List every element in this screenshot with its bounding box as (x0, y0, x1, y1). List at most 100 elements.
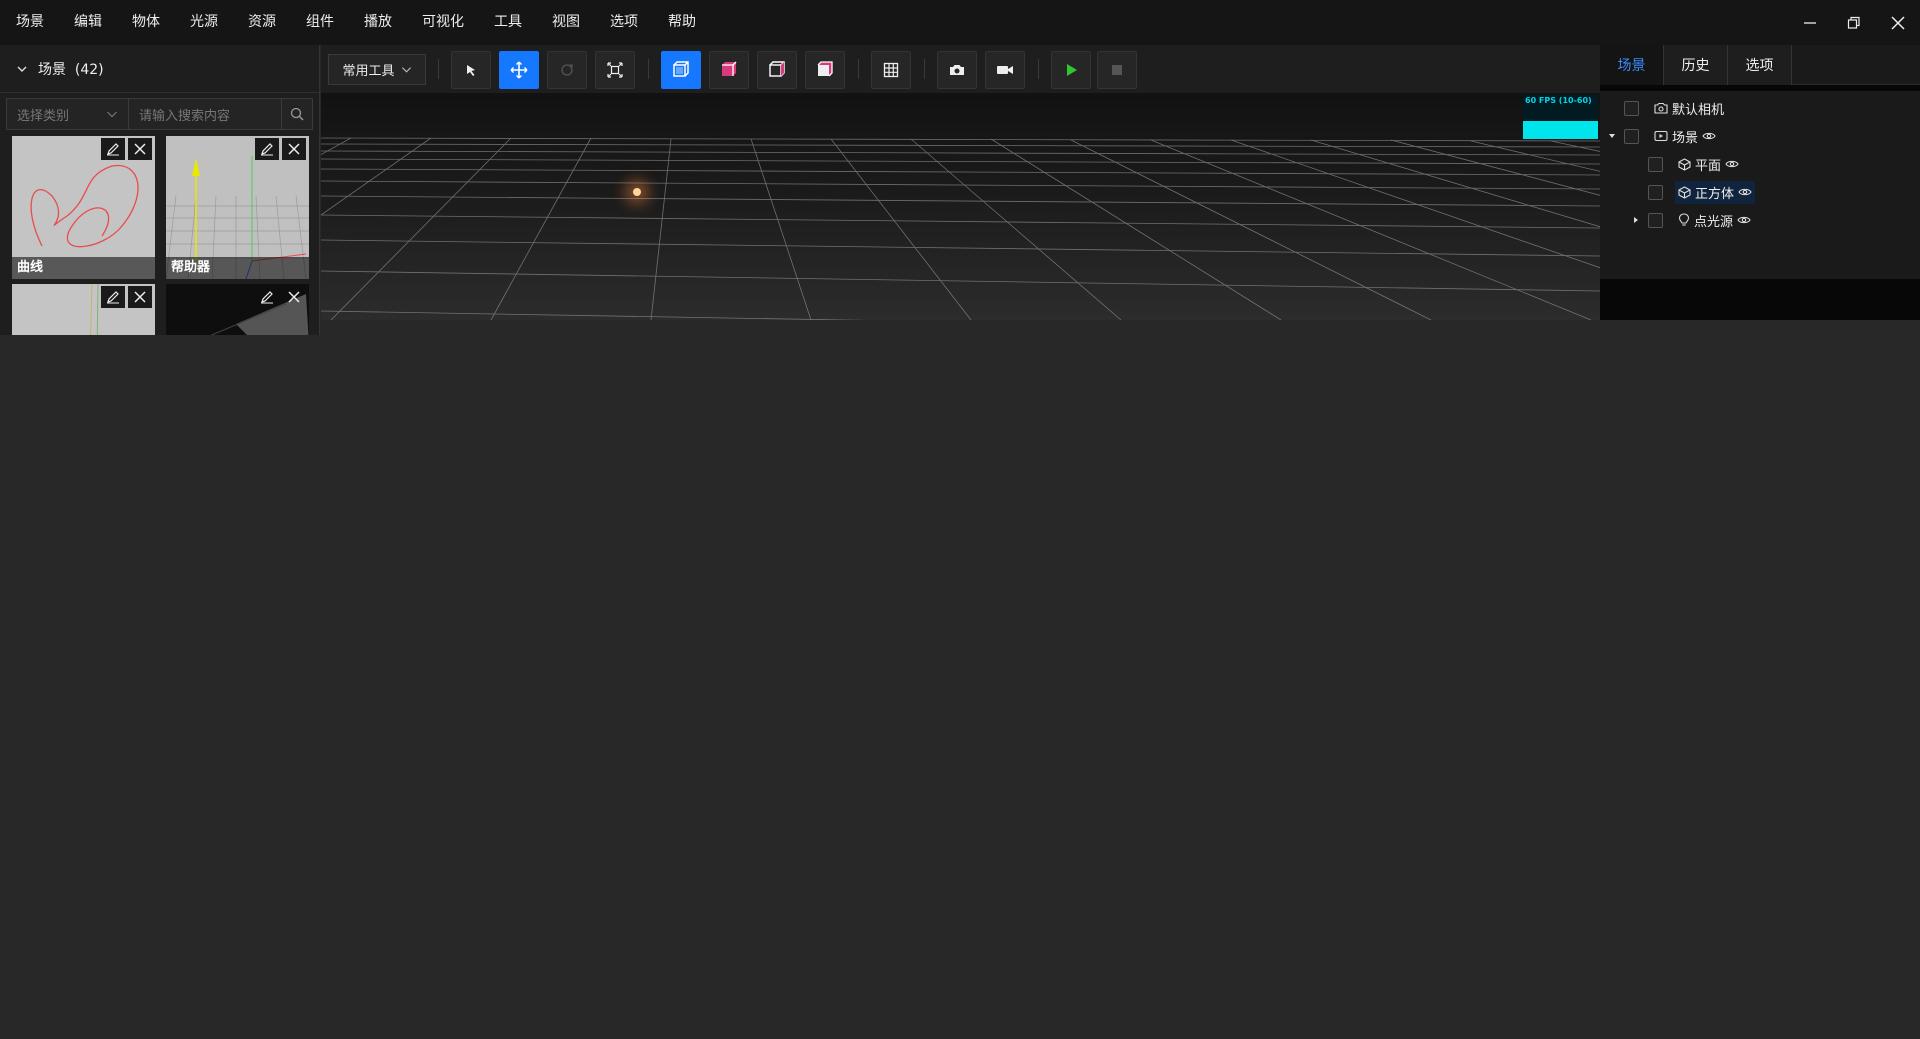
asset-card-helper[interactable]: 帮助器 (166, 136, 309, 279)
eye-icon[interactable] (1737, 215, 1751, 225)
search-input-placeholder: 请输入搜索内容 (139, 108, 231, 124)
tree-item-checkbox[interactable] (1648, 156, 1663, 172)
move-tool-button[interactable] (499, 51, 539, 89)
asset-card[interactable] (166, 284, 309, 335)
cursor-icon (467, 65, 475, 76)
edit-card-button[interactable] (101, 286, 125, 308)
menu-light[interactable]: 光源 (175, 0, 233, 45)
grid-icon (883, 62, 899, 78)
tab-scene[interactable]: 场景 (1600, 45, 1664, 85)
video-camera-icon (997, 66, 1013, 74)
view-mode-normal-button[interactable] (805, 51, 845, 89)
view-mode-solid-button[interactable] (709, 51, 749, 89)
delete-card-button[interactable] (282, 286, 306, 308)
filter-row: 选择类别 请输入搜索内容 (6, 98, 313, 130)
main-toolbar: 常用工具 (321, 45, 1600, 93)
camera-icon (950, 65, 964, 75)
window-controls (1788, 0, 1920, 45)
menu-object[interactable]: 物体 (117, 0, 175, 45)
stop-icon (1112, 65, 1122, 75)
edit-icon (261, 291, 273, 304)
menu-edit[interactable]: 编辑 (59, 0, 117, 45)
search-button[interactable] (282, 99, 312, 129)
view-mode-textured-button[interactable] (757, 51, 797, 89)
menu-bar: 场景 编辑 物体 光源 资源 组件 播放 可视化 工具 视图 选项 帮助 (0, 0, 1920, 45)
toolbar-separator (1038, 59, 1039, 79)
close-icon (134, 143, 146, 155)
select-tool-button[interactable] (451, 51, 491, 89)
tab-history[interactable]: 历史 (1664, 45, 1728, 85)
tree-item-label-wrap: 默认相机 (1651, 97, 1727, 120)
menu-components[interactable]: 组件 (291, 0, 349, 45)
play-icon (1067, 64, 1077, 76)
menu-scene[interactable]: 场景 (0, 0, 59, 45)
scale-tool-button[interactable] (595, 51, 635, 89)
eye-icon[interactable] (1725, 159, 1739, 169)
tree-item-checkbox[interactable] (1648, 212, 1663, 228)
restore-button[interactable] (1832, 0, 1876, 45)
edit-card-button[interactable] (255, 138, 279, 160)
rotate-tool-button[interactable] (547, 51, 587, 89)
tree-item-label-wrap: 场景 (1651, 125, 1719, 148)
edit-card-button[interactable] (101, 138, 125, 160)
fps-text: 60 FPS (10-60) (1525, 96, 1592, 105)
fps-graph (1523, 121, 1598, 139)
menu-visualize[interactable]: 可视化 (407, 0, 479, 45)
tree-item-label-wrap: 正方体 (1675, 180, 1756, 204)
tree-item-checkbox[interactable] (1648, 184, 1663, 200)
menu-help[interactable]: 帮助 (653, 0, 711, 45)
stop-button[interactable] (1097, 51, 1137, 89)
menu-assets[interactable]: 资源 (233, 0, 291, 45)
asset-panel-header[interactable]: 场景 (42) (0, 45, 319, 93)
menu-tools[interactable]: 工具 (479, 0, 537, 45)
menu-options[interactable]: 选项 (595, 0, 653, 45)
menu-play[interactable]: 播放 (349, 0, 407, 45)
chevron-down-icon (401, 67, 411, 73)
eye-icon[interactable] (1738, 187, 1752, 197)
record-video-button[interactable] (985, 51, 1025, 89)
point-light-gizmo[interactable] (633, 188, 641, 196)
close-icon (134, 291, 146, 303)
tree-item-plane[interactable]: 平面 (1648, 152, 1742, 176)
tree-item-point-light[interactable]: 点光源 (1632, 208, 1754, 232)
chevron-down-icon (107, 111, 117, 118)
delete-card-button[interactable] (128, 286, 152, 308)
tree-item-checkbox[interactable] (1624, 128, 1639, 144)
tree-item-checkbox[interactable] (1624, 100, 1639, 116)
asset-card-curve[interactable]: 曲线 (12, 136, 155, 279)
minimize-button[interactable] (1788, 0, 1832, 45)
move-icon (510, 61, 528, 79)
common-tools-dropdown[interactable]: 常用工具 (328, 54, 426, 85)
play-button[interactable] (1051, 51, 1091, 89)
ground-grid (321, 137, 1600, 320)
tab-options[interactable]: 选项 (1728, 45, 1792, 85)
tree-item-scene[interactable]: 场景 (1608, 124, 1719, 148)
tree-item-default-camera[interactable]: 默认相机 (1624, 96, 1727, 120)
caret-down-icon[interactable] (1608, 132, 1616, 140)
edit-card-button[interactable] (255, 286, 279, 308)
view-mode-perspective-button[interactable] (661, 51, 701, 89)
search-input[interactable]: 请输入搜索内容 (129, 99, 282, 129)
tree-item-label: 点光源 (1694, 214, 1734, 230)
eye-icon[interactable] (1702, 131, 1716, 141)
tree-item-cube[interactable]: 正方体 (1648, 180, 1756, 204)
scene-panel-tabs: 场景 历史 选项 (1600, 45, 1920, 85)
category-select[interactable]: 选择类别 (7, 99, 129, 129)
close-window-button[interactable] (1876, 0, 1920, 45)
screenshot-button[interactable] (937, 51, 977, 89)
chevron-down-icon (16, 63, 28, 75)
delete-card-button[interactable] (282, 138, 306, 160)
grid-toggle-button[interactable] (871, 51, 911, 89)
3d-viewport[interactable]: 60 FPS (10-60) (321, 93, 1600, 320)
menu-view[interactable]: 视图 (537, 0, 595, 45)
delete-card-button[interactable] (128, 138, 152, 160)
asset-card[interactable] (12, 284, 155, 335)
cube-wireframe-icon (673, 61, 689, 77)
tree-item-label: 场景 (1672, 130, 1699, 146)
close-icon (288, 143, 300, 155)
caret-right-icon[interactable] (1632, 216, 1640, 224)
asset-card-label: 曲线 (12, 257, 155, 279)
edit-icon (107, 143, 119, 156)
tree-item-label: 默认相机 (1672, 102, 1725, 118)
cube-textured-icon (769, 61, 785, 77)
